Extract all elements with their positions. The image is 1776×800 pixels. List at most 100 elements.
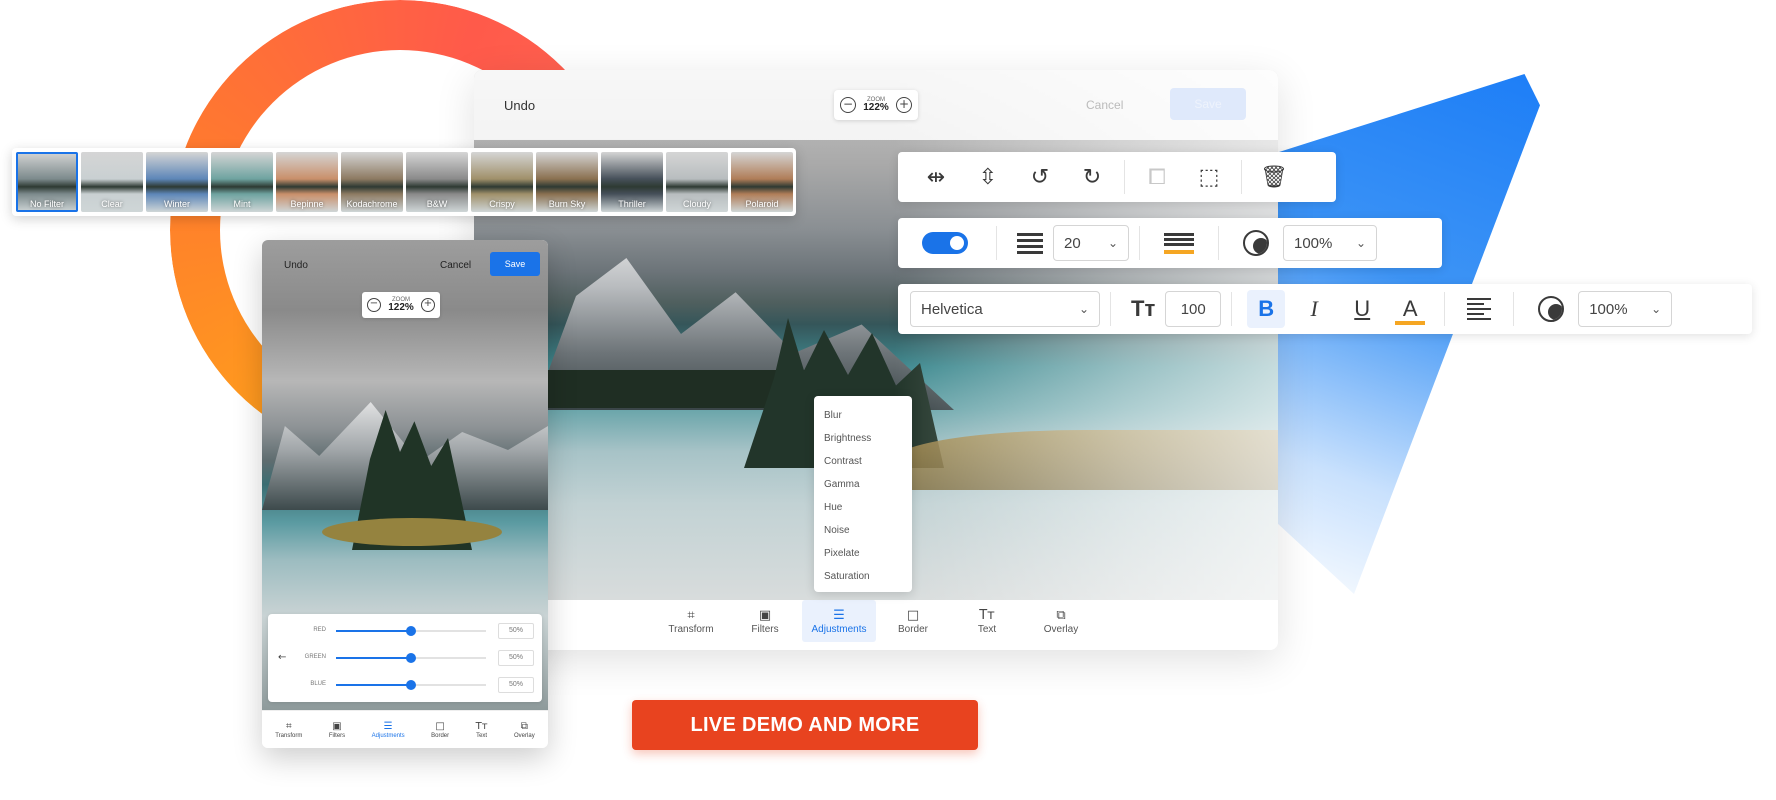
green-value[interactable]: 50% bbox=[498, 650, 534, 666]
filter-thumb[interactable]: Kodachrome bbox=[341, 152, 403, 212]
menu-item-noise[interactable]: Noise bbox=[814, 519, 912, 542]
tool-border[interactable]: □ Border bbox=[876, 600, 950, 642]
tool-adjustments[interactable]: ☰ Adjustments bbox=[802, 600, 876, 642]
blue-slider-knob[interactable] bbox=[406, 680, 416, 690]
zoom-in-icon[interactable]: + bbox=[420, 298, 435, 312]
font-size-input[interactable]: 100 bbox=[1165, 291, 1222, 327]
crop-icon: ⌗ bbox=[285, 720, 292, 732]
tool-adjustments[interactable]: ☰ Adjustments bbox=[372, 721, 405, 739]
tool-overlay[interactable]: ⧉ Overlay bbox=[1024, 600, 1098, 642]
filter-thumb[interactable]: Bepinne bbox=[276, 152, 338, 212]
align-left-icon[interactable] bbox=[1467, 298, 1492, 320]
zoom-readout[interactable]: ZOOM 122% bbox=[863, 97, 889, 113]
underline-button[interactable]: U bbox=[1343, 290, 1381, 328]
text-icon: Tт bbox=[979, 607, 995, 623]
text-color-button[interactable]: A bbox=[1391, 290, 1429, 328]
chevron-down-icon: ⌄ bbox=[1355, 236, 1366, 250]
flip-horizontal-icon[interactable]: ⇹ bbox=[910, 165, 962, 190]
red-value[interactable]: 50% bbox=[498, 623, 534, 639]
filter-label: Crispy bbox=[489, 199, 515, 209]
tool-filters[interactable]: ▣ Filters bbox=[329, 721, 345, 739]
filter-label: Kodachrome bbox=[346, 199, 398, 209]
red-slider[interactable] bbox=[336, 626, 486, 636]
italic-button[interactable]: I bbox=[1295, 290, 1333, 328]
cancel-button[interactable]: Cancel bbox=[1086, 98, 1123, 112]
filter-label: Thriller bbox=[618, 199, 646, 209]
zoom-out-icon[interactable]: − bbox=[367, 298, 381, 312]
save-button[interactable]: Save bbox=[1170, 88, 1246, 120]
blue-slider[interactable] bbox=[336, 680, 486, 690]
tool-transform[interactable]: ⌗ Transform bbox=[275, 721, 302, 739]
border-color-icon[interactable] bbox=[1164, 232, 1194, 254]
font-size-icon: Tт bbox=[1131, 296, 1156, 321]
green-slider[interactable] bbox=[336, 653, 486, 663]
stroke-opacity-select[interactable]: 100% ⌄ bbox=[1283, 225, 1377, 261]
tool-text[interactable]: Tт Text bbox=[476, 721, 488, 739]
cancel-button[interactable]: Cancel bbox=[440, 260, 471, 271]
filter-thumb[interactable]: Cloudy bbox=[666, 152, 728, 212]
transform-action-bar: ⇹ ⇳ ↺ ↻ ⧠ ⬚ 🗑 bbox=[898, 152, 1336, 202]
overlay-icon: ⧉ bbox=[520, 720, 528, 732]
filter-label: Polaroid bbox=[745, 199, 779, 209]
adjustments-menu: Blur Brightness Contrast Gamma Hue Noise… bbox=[814, 396, 912, 592]
zoom-control: − ZOOM 122% + bbox=[834, 90, 918, 120]
undo-button[interactable]: Undo bbox=[284, 260, 308, 271]
filter-thumb[interactable]: Thriller bbox=[601, 152, 663, 212]
trash-icon[interactable]: 🗑 bbox=[1248, 165, 1300, 190]
menu-item-hue[interactable]: Hue bbox=[814, 496, 912, 519]
sliders-icon: ☰ bbox=[383, 720, 393, 732]
flip-vertical-icon[interactable]: ⇳ bbox=[962, 165, 1014, 190]
menu-item-saturation[interactable]: Saturation bbox=[814, 565, 912, 588]
blue-value[interactable]: 50% bbox=[498, 677, 534, 693]
filter-label: Cloudy bbox=[682, 199, 711, 209]
bring-forward-icon[interactable]: ⧠ bbox=[1131, 165, 1183, 190]
filters-icon: ▣ bbox=[758, 607, 772, 623]
menu-item-gamma[interactable]: Gamma bbox=[814, 473, 912, 496]
stroke-toggle[interactable] bbox=[922, 232, 968, 254]
tool-overlay[interactable]: ⧉ Overlay bbox=[514, 721, 535, 739]
filter-label: Burn Sky bbox=[548, 199, 586, 209]
tool-filters[interactable]: ▣ Filters bbox=[728, 600, 802, 642]
crop-icon: ⌗ bbox=[687, 607, 695, 623]
menu-item-blur[interactable]: Blur bbox=[814, 404, 912, 427]
border-icon: □ bbox=[906, 607, 920, 623]
rotate-left-icon[interactable]: ↺ bbox=[1014, 165, 1066, 190]
filter-thumb[interactable]: Burn Sky bbox=[536, 152, 598, 212]
filters-icon: ▣ bbox=[332, 720, 342, 732]
live-demo-button[interactable]: LIVE DEMO AND MORE bbox=[632, 700, 978, 750]
menu-item-brightness[interactable]: Brightness bbox=[814, 427, 912, 450]
filter-thumb[interactable]: No Filter bbox=[16, 152, 78, 212]
rotate-right-icon[interactable]: ↻ bbox=[1066, 165, 1118, 190]
font-family-select[interactable]: Helvetica ⌄ bbox=[910, 291, 1100, 327]
undo-button[interactable]: Undo bbox=[504, 98, 535, 113]
send-backward-icon[interactable]: ⬚ bbox=[1183, 165, 1235, 190]
zoom-in-icon[interactable]: + bbox=[895, 97, 912, 113]
green-slider-knob[interactable] bbox=[406, 653, 416, 663]
filter-thumb[interactable]: Winter bbox=[146, 152, 208, 212]
zoom-out-icon[interactable]: − bbox=[840, 97, 856, 113]
blue-slider-row: BLUE 50% bbox=[298, 676, 538, 694]
filter-label: B&W bbox=[426, 199, 448, 209]
menu-item-contrast[interactable]: Contrast bbox=[814, 450, 912, 473]
text-opacity-select[interactable]: 100% ⌄ bbox=[1578, 291, 1673, 327]
filter-thumb[interactable]: Clear bbox=[81, 152, 143, 212]
chevron-down-icon: ⌄ bbox=[1107, 236, 1118, 250]
red-slider-knob[interactable] bbox=[406, 626, 416, 636]
tool-border[interactable]: □ Border bbox=[431, 721, 449, 739]
save-button[interactable]: Save bbox=[490, 252, 540, 276]
filter-thumb[interactable]: Mint bbox=[211, 152, 273, 212]
line-width-icon bbox=[1017, 232, 1043, 254]
text-format-bar: Helvetica ⌄ Tт 100 B I U A 100% ⌄ bbox=[898, 284, 1752, 334]
zoom-readout[interactable]: ZOOM 122% bbox=[388, 297, 414, 313]
tool-text[interactable]: Tт Text bbox=[950, 600, 1024, 642]
back-arrow-icon[interactable]: ← bbox=[278, 652, 286, 663]
filter-thumb[interactable]: Polaroid bbox=[731, 152, 793, 212]
stroke-bar: 20 ⌄ 100% ⌄ bbox=[898, 218, 1442, 268]
line-width-select[interactable]: 20 ⌄ bbox=[1053, 225, 1129, 261]
tool-transform[interactable]: ⌗ Transform bbox=[654, 600, 728, 642]
filter-thumb[interactable]: B&W bbox=[406, 152, 468, 212]
menu-item-pixelate[interactable]: Pixelate bbox=[814, 542, 912, 565]
rgb-adjust-panel: ← RED 50% GREEN 50% BLUE 50% bbox=[268, 614, 542, 702]
filter-thumb[interactable]: Crispy bbox=[471, 152, 533, 212]
bold-button[interactable]: B bbox=[1247, 290, 1286, 328]
